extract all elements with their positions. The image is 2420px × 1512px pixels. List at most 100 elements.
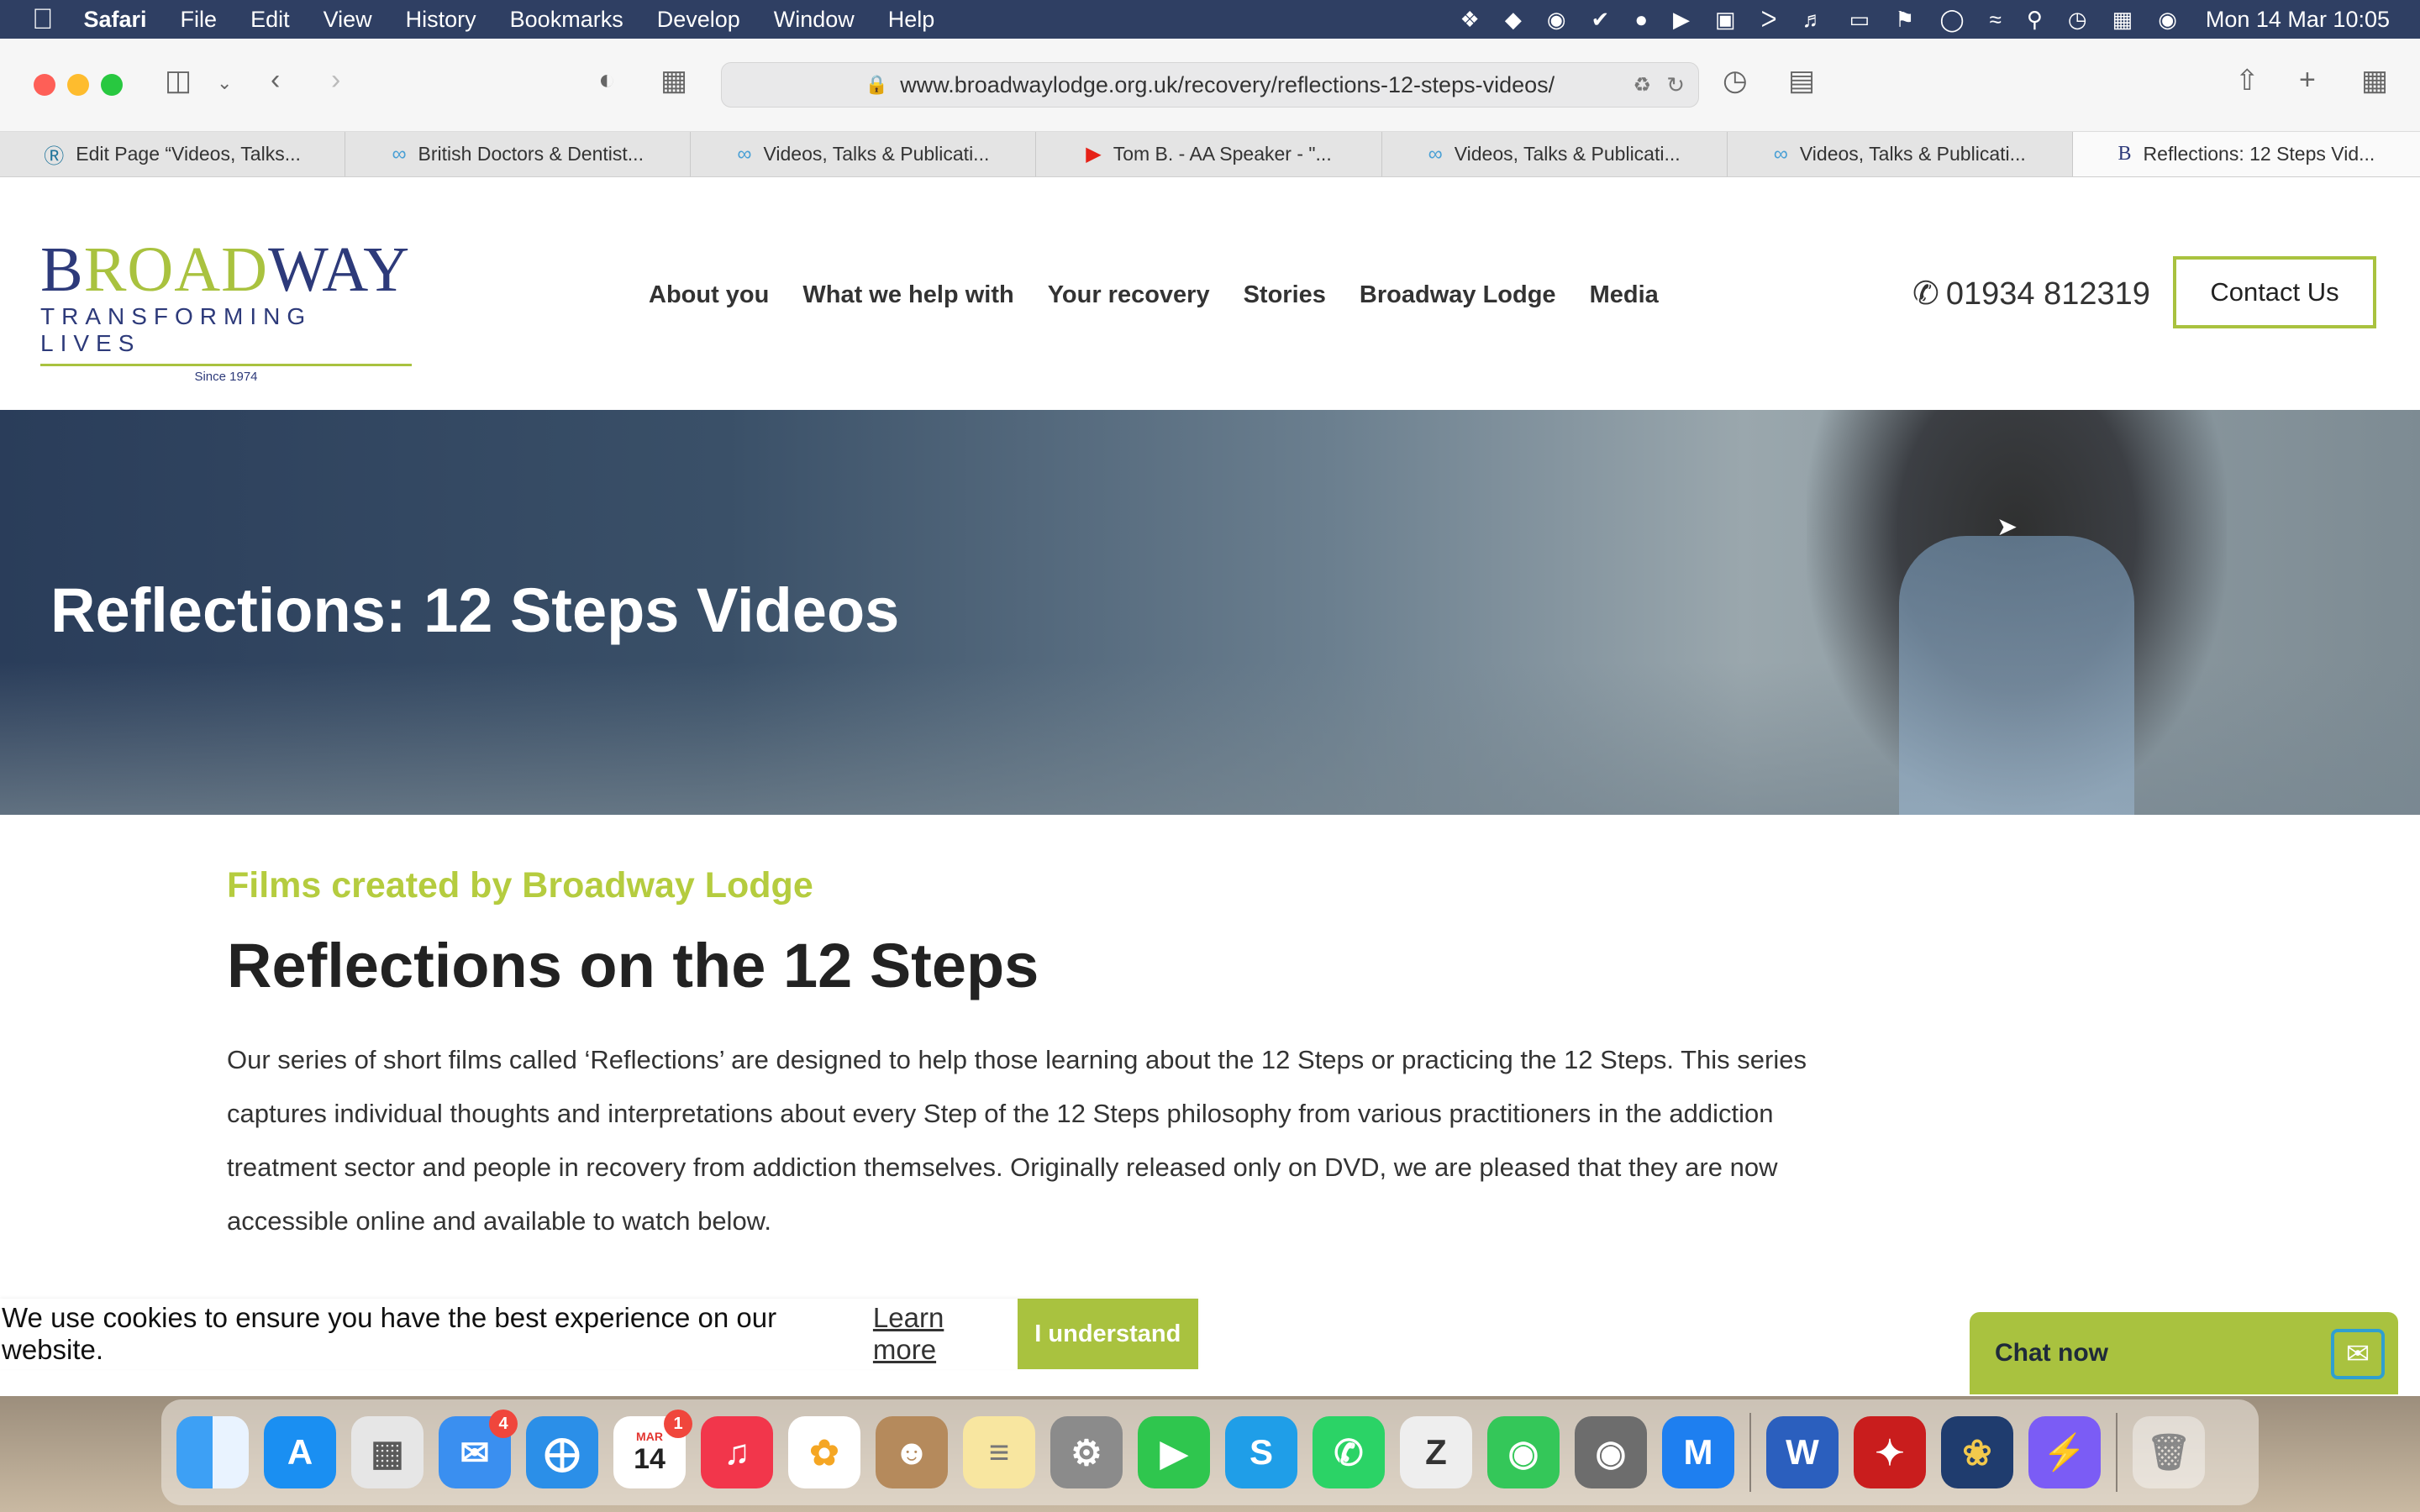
menu-window[interactable]: Window xyxy=(774,7,855,33)
safari-icon[interactable]: ⨁ xyxy=(526,1416,598,1488)
calendar-icon[interactable]: MAR 14 1 xyxy=(613,1410,692,1488)
nav-what-we-help-with[interactable]: What we help with xyxy=(802,281,1013,309)
acrobat-icon[interactable]: ✦ xyxy=(1854,1416,1926,1488)
reader-icon[interactable]: ▤ xyxy=(1788,64,1815,97)
messenger-icon[interactable]: ⚡ xyxy=(2028,1416,2101,1488)
dropbox-icon[interactable]: ❖ xyxy=(1460,7,1480,33)
tree-app-icon[interactable]: ❀ xyxy=(1941,1416,2013,1488)
launchpad-icon[interactable]: ▦ xyxy=(351,1416,424,1488)
shield-icon[interactable]: ◆ xyxy=(1505,7,1522,33)
fullscreen-window-button[interactable] xyxy=(101,74,123,96)
menu-file[interactable]: File xyxy=(181,7,218,33)
time-machine-icon[interactable]: ◷ xyxy=(2068,7,2087,33)
messages-icon[interactable]: ◉ xyxy=(1487,1416,1560,1488)
tab-1[interactable]: ∞ British Doctors & Dentist... xyxy=(345,132,692,176)
tab-3[interactable]: ▶ Tom B. - AA Speaker - "... xyxy=(1036,132,1382,176)
contact-us-button[interactable]: Contact Us xyxy=(2173,256,2376,328)
phone-link[interactable]: ✆ 01934 812319 xyxy=(1912,275,2150,312)
menu-develop[interactable]: Develop xyxy=(657,7,740,33)
menu-view[interactable]: View xyxy=(324,7,372,33)
menu-bookmarks[interactable]: Bookmarks xyxy=(510,7,623,33)
mouse-cursor-icon: ➤ xyxy=(1996,513,2018,541)
nav-media[interactable]: Media xyxy=(1590,281,1659,309)
dock-separator xyxy=(2116,1413,2118,1492)
facetime-icon[interactable]: ▶ xyxy=(1138,1416,1210,1488)
search-icon[interactable]: ⚲ xyxy=(2027,7,2043,33)
sidebar-icon[interactable]: ◫ xyxy=(165,64,192,97)
translate-icon[interactable]: ♻ xyxy=(1633,73,1651,97)
bluetooth-icon[interactable]: ᐳ xyxy=(1761,7,1777,33)
chat-widget[interactable]: Chat now ✉ xyxy=(1970,1312,2398,1394)
volume-icon[interactable]: ♬ xyxy=(1802,7,1824,33)
menu-help[interactable]: Help xyxy=(888,7,935,33)
history-clock-icon[interactable]: ◷ xyxy=(1723,64,1748,97)
tab-0[interactable]: Ⓡ Edit Page “Videos, Talks... xyxy=(0,132,346,176)
calendar-badge: 1 xyxy=(664,1410,692,1438)
menu-history[interactable]: History xyxy=(406,7,476,33)
apple-menu-icon[interactable]:  xyxy=(32,3,54,36)
url-text: www.broadwaylodge.org.uk/recovery/reflec… xyxy=(900,71,1555,97)
nav-about-you[interactable]: About you xyxy=(649,281,769,309)
display-icon[interactable]: ▣ xyxy=(1715,7,1736,33)
tab-4[interactable]: ∞ Videos, Talks & Publicati... xyxy=(1382,132,1728,176)
system-preferences-icon[interactable]: ⚙ xyxy=(1050,1416,1123,1488)
tab-label: Reflections: 12 Steps Vid... xyxy=(2143,143,2375,165)
flag-icon[interactable]: ⚑ xyxy=(1895,7,1914,33)
tab-label: Tom B. - AA Speaker - "... xyxy=(1113,143,1332,165)
mail-icon[interactable]: ✉ 4 xyxy=(439,1410,518,1488)
address-bar[interactable]: 🔒 www.broadwaylodge.org.uk/recovery/refl… xyxy=(721,62,1699,108)
new-tab-icon[interactable]: + xyxy=(2299,64,2316,97)
section-heading: Reflections on the 12 Steps xyxy=(227,931,1039,1000)
tab-5[interactable]: ∞ Videos, Talks & Publicati... xyxy=(1728,132,2073,176)
learn-more-link[interactable]: Learn more xyxy=(873,1302,1011,1366)
tab-overview-icon[interactable]: ▦ xyxy=(2361,64,2388,97)
nav-your-recovery[interactable]: Your recovery xyxy=(1048,281,1210,309)
play-icon[interactable]: ▶ xyxy=(1673,7,1690,33)
trash-icon[interactable]: 🗑 xyxy=(2133,1416,2205,1488)
skype-icon[interactable]: S xyxy=(1225,1416,1297,1488)
finder-icon[interactable] xyxy=(176,1416,249,1488)
main-content: Films created by Broadway Lodge Reflecti… xyxy=(227,865,1840,1248)
phone-number: 01934 812319 xyxy=(1945,276,2150,312)
nav-stories[interactable]: Stories xyxy=(1244,281,1326,309)
siri-icon[interactable]: ◉ xyxy=(2158,7,2177,33)
control-center-icon[interactable]: ▦ xyxy=(2112,7,2133,33)
intro-paragraph: Our series of short films called ‘Reflec… xyxy=(227,1045,1807,1236)
zotero-icon[interactable]: Z xyxy=(1400,1416,1472,1488)
notes-icon[interactable]: ≡ xyxy=(963,1416,1035,1488)
bug-icon[interactable]: ● xyxy=(1634,7,1648,33)
whatsapp-icon[interactable]: ✆ xyxy=(1313,1416,1385,1488)
menu-app-name[interactable]: Safari xyxy=(84,7,147,33)
battery-icon[interactable]: ▭ xyxy=(1849,7,1870,33)
tab-2[interactable]: ∞ Videos, Talks & Publicati... xyxy=(691,132,1037,176)
tab-6-active[interactable]: B Reflections: 12 Steps Vid... xyxy=(2072,132,2420,176)
app-store-icon[interactable]: A xyxy=(264,1416,336,1488)
back-icon[interactable]: ‹ xyxy=(271,64,280,97)
nav-broadway-lodge[interactable]: Broadway Lodge xyxy=(1360,281,1556,309)
minimize-window-button[interactable] xyxy=(67,74,89,96)
privacy-shield-icon[interactable]: ◐ xyxy=(598,64,616,97)
check-icon[interactable]: ✔ xyxy=(1591,7,1610,33)
binoculars-icon[interactable]: ◉ xyxy=(1547,7,1566,33)
menu-edit[interactable]: Edit xyxy=(250,7,290,33)
wifi-icon[interactable]: ≈ xyxy=(1990,7,2002,33)
share-icon[interactable]: ⇧ xyxy=(2235,64,2260,97)
forward-icon[interactable]: › xyxy=(331,64,340,97)
music-icon[interactable]: ♫ xyxy=(701,1416,773,1488)
menu-clock[interactable]: Mon 14 Mar 10:05 xyxy=(2206,7,2390,33)
site-logo[interactable]: BROADWAY TRANSFORMING LIVES Since 1974 xyxy=(40,238,418,384)
chevron-down-icon[interactable]: ⌄ xyxy=(217,72,232,94)
tableplus-icon[interactable]: ◉ xyxy=(1575,1416,1647,1488)
contacts-icon[interactable]: ☻ xyxy=(876,1416,948,1488)
cookie-accept-button[interactable]: I understand xyxy=(1017,1299,1198,1369)
mweb-icon[interactable]: M xyxy=(1662,1416,1734,1488)
photos-icon[interactable]: ✿ xyxy=(788,1416,860,1488)
user-icon[interactable]: ◯ xyxy=(1939,7,1964,33)
grid-icon[interactable]: ▦ xyxy=(660,64,687,97)
tab-label: British Doctors & Dentist... xyxy=(418,143,644,165)
close-window-button[interactable] xyxy=(34,74,55,96)
chat-bubble-icon[interactable]: ✉ xyxy=(2331,1329,2385,1379)
cookie-message: We use cookies to ensure you have the be… xyxy=(2,1302,777,1365)
reload-icon[interactable]: ↻ xyxy=(1666,72,1685,98)
word-icon[interactable]: W xyxy=(1766,1416,1839,1488)
